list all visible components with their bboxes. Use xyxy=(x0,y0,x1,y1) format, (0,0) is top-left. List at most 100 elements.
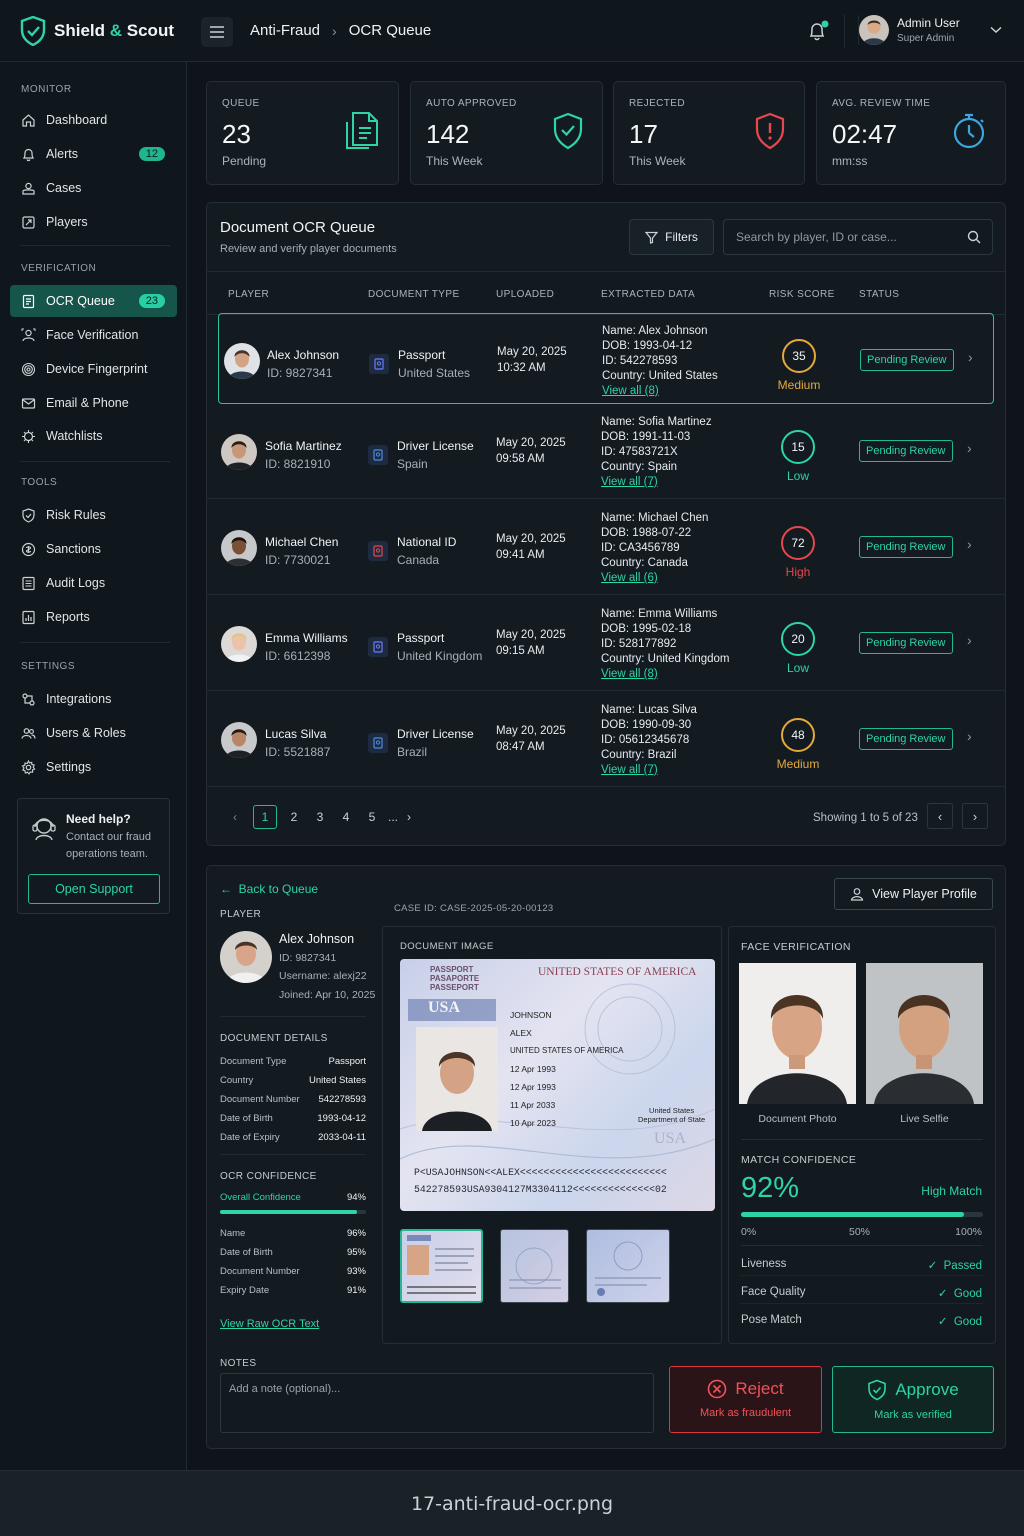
sidebar-item-face-verification[interactable]: Face Verification xyxy=(10,319,177,351)
user-menu[interactable]: Admin User Super Admin xyxy=(858,15,1002,45)
sidebar-item-ocr-queue[interactable]: OCR Queue 23 xyxy=(10,285,177,317)
thumbnail-page-2[interactable] xyxy=(500,1229,569,1303)
sidebar-item-players[interactable]: Players xyxy=(10,206,177,238)
table-row[interactable]: Michael Chen ID: 7730021 National ID Canada… xyxy=(207,499,1005,595)
overall-confidence-value: 94% xyxy=(346,1192,366,1203)
notifications-button[interactable] xyxy=(806,20,830,45)
chevron-right-icon[interactable]: › xyxy=(968,349,973,365)
breadcrumb-section[interactable]: Anti-Fraud xyxy=(250,22,320,39)
brand[interactable]: Shield & Scout xyxy=(20,16,174,46)
menu-toggle-button[interactable] xyxy=(201,17,233,47)
sidebar-item-watchlists[interactable]: Watchlists xyxy=(10,420,177,452)
sidebar-item-alerts[interactable]: Alerts 12 xyxy=(10,138,177,170)
document-type: Driver License xyxy=(397,727,474,741)
document-country: Canada xyxy=(397,553,440,567)
chevron-right-icon[interactable]: › xyxy=(967,632,972,648)
table-row[interactable]: Alex Johnson ID: 9827341 Passport United St… xyxy=(218,313,994,404)
next-button[interactable]: › xyxy=(962,803,988,829)
view-all-link[interactable]: View all (6) xyxy=(601,571,708,586)
detail-value: 2033-04-11 xyxy=(318,1132,366,1143)
sidebar-item-dashboard[interactable]: Dashboard xyxy=(10,104,177,136)
table-row[interactable]: Emma Williams ID: 6612398 Passport United K… xyxy=(207,595,1005,691)
sidebar-item-users-roles[interactable]: Users & Roles xyxy=(10,717,177,749)
passport-image[interactable]: PASSPORT PASAPORTE PASSEPORT UNITED STAT… xyxy=(400,959,715,1211)
back-to-queue-link[interactable]: ← Back to Queue xyxy=(220,882,318,896)
sidebar-item-settings[interactable]: Settings xyxy=(10,751,177,783)
column-header: DOCUMENT TYPE xyxy=(368,289,460,300)
thumbnail-page-3[interactable] xyxy=(586,1229,670,1303)
document-photo-image[interactable] xyxy=(739,963,856,1104)
live-selfie-caption: Live Selfie xyxy=(900,1113,949,1125)
page-button[interactable]: 2 xyxy=(282,805,306,829)
approve-button[interactable]: Approve Mark as verified xyxy=(832,1366,994,1433)
filters-button[interactable]: Filters xyxy=(629,219,714,255)
thumbnail-front[interactable] xyxy=(400,1229,483,1303)
divider xyxy=(741,1303,983,1304)
view-all-link[interactable]: View all (7) xyxy=(601,763,697,778)
page-button[interactable]: 3 xyxy=(308,805,332,829)
sidebar-item-email-phone[interactable]: Email & Phone xyxy=(10,387,177,419)
player-name[interactable]: Michael Chen xyxy=(265,535,338,549)
next-page-button[interactable]: › xyxy=(397,805,421,829)
open-support-button[interactable]: Open Support xyxy=(28,874,160,904)
stat-value: 02:47 xyxy=(832,119,898,149)
search-input[interactable]: Search by player, ID or case... xyxy=(723,219,993,255)
prev-button[interactable]: ‹ xyxy=(927,803,953,829)
view-raw-ocr-link[interactable]: View Raw OCR Text xyxy=(220,1318,319,1330)
search-placeholder: Search by player, ID or case... xyxy=(736,230,897,244)
scale-min: 0% xyxy=(741,1226,757,1238)
sidebar-item-audit-logs[interactable]: Audit Logs xyxy=(10,567,177,599)
stat-value: 23 xyxy=(222,119,251,149)
chevron-right-icon[interactable]: › xyxy=(967,536,972,552)
stat-card-queue: QUEUE 23 Pending xyxy=(206,81,399,185)
table-row[interactable]: Lucas Silva ID: 5521887 Driver License Braz… xyxy=(207,691,1005,787)
player-name[interactable]: Lucas Silva xyxy=(265,727,326,741)
extracted-dob: DOB: 1988-07-22 xyxy=(601,527,692,539)
player-name[interactable]: Emma Williams xyxy=(265,631,348,645)
home-icon xyxy=(20,112,36,128)
extracted-data: Name: Lucas Silva DOB: 1990-09-30 ID: 0561… xyxy=(601,703,697,778)
divider xyxy=(20,642,170,643)
watchlist-icon xyxy=(20,428,36,444)
live-selfie-image[interactable] xyxy=(866,963,983,1104)
detail-key: Date of Birth xyxy=(220,1113,273,1124)
player-label: PLAYER xyxy=(220,909,262,920)
document-type: Passport xyxy=(397,631,445,645)
case-detail-panel: ← Back to Queue View Player Profile PLAY… xyxy=(206,865,1006,1449)
sidebar-item-device-fingerprint[interactable]: Device Fingerprint xyxy=(10,353,177,385)
scale-max: 100% xyxy=(955,1226,982,1238)
sidebar-item-reports[interactable]: Reports xyxy=(10,601,177,633)
filter-icon xyxy=(645,231,659,244)
reject-button[interactable]: Reject Mark as fraudulent xyxy=(669,1366,822,1433)
column-header: STATUS xyxy=(859,289,900,300)
prev-page-button[interactable]: ‹ xyxy=(223,805,247,829)
chevron-right-icon[interactable]: › xyxy=(967,440,972,456)
upload-time: 09:58 AM xyxy=(496,453,545,465)
table-row[interactable]: Sofia Martinez ID: 8821910 Driver License S… xyxy=(207,403,1005,499)
chevron-right-icon[interactable]: › xyxy=(967,728,972,744)
page-button[interactable]: 4 xyxy=(334,805,358,829)
sidebar-item-label: Settings xyxy=(46,760,92,774)
sidebar-item-cases[interactable]: Cases xyxy=(10,172,177,204)
brand-name: Shield & Scout xyxy=(54,21,174,40)
pagination: ‹ 1 2 3 4 5 ... › Showing 1 to 5 of 23 ‹… xyxy=(207,803,1005,833)
sidebar-item-risk-rules[interactable]: Risk Rules xyxy=(10,499,177,531)
view-all-link[interactable]: View all (7) xyxy=(601,475,712,490)
view-player-profile-button[interactable]: View Player Profile xyxy=(834,878,993,910)
player-name[interactable]: Sofia Martinez xyxy=(265,439,342,453)
sidebar-item-sanctions[interactable]: Sanctions xyxy=(10,533,177,565)
risk-score: 20 xyxy=(781,622,815,656)
page-button[interactable]: 1 xyxy=(253,805,277,829)
sidebar-item-integrations[interactable]: Integrations xyxy=(10,683,177,715)
view-all-link[interactable]: View all (8) xyxy=(601,667,729,682)
stat-label: AUTO APPROVED xyxy=(426,98,517,109)
notes-input[interactable]: Add a note (optional)... xyxy=(220,1373,654,1433)
extracted-dob: DOB: 1995-02-18 xyxy=(601,623,692,635)
support-agent-icon xyxy=(32,818,56,841)
section-label-tools: TOOLS xyxy=(21,477,58,488)
view-all-link[interactable]: View all (8) xyxy=(602,384,718,399)
check-key: Face Quality xyxy=(741,1286,806,1298)
player-name[interactable]: Alex Johnson xyxy=(267,348,339,362)
sidebar-item-label: Players xyxy=(46,215,88,229)
section-label-verification: VERIFICATION xyxy=(21,263,97,274)
